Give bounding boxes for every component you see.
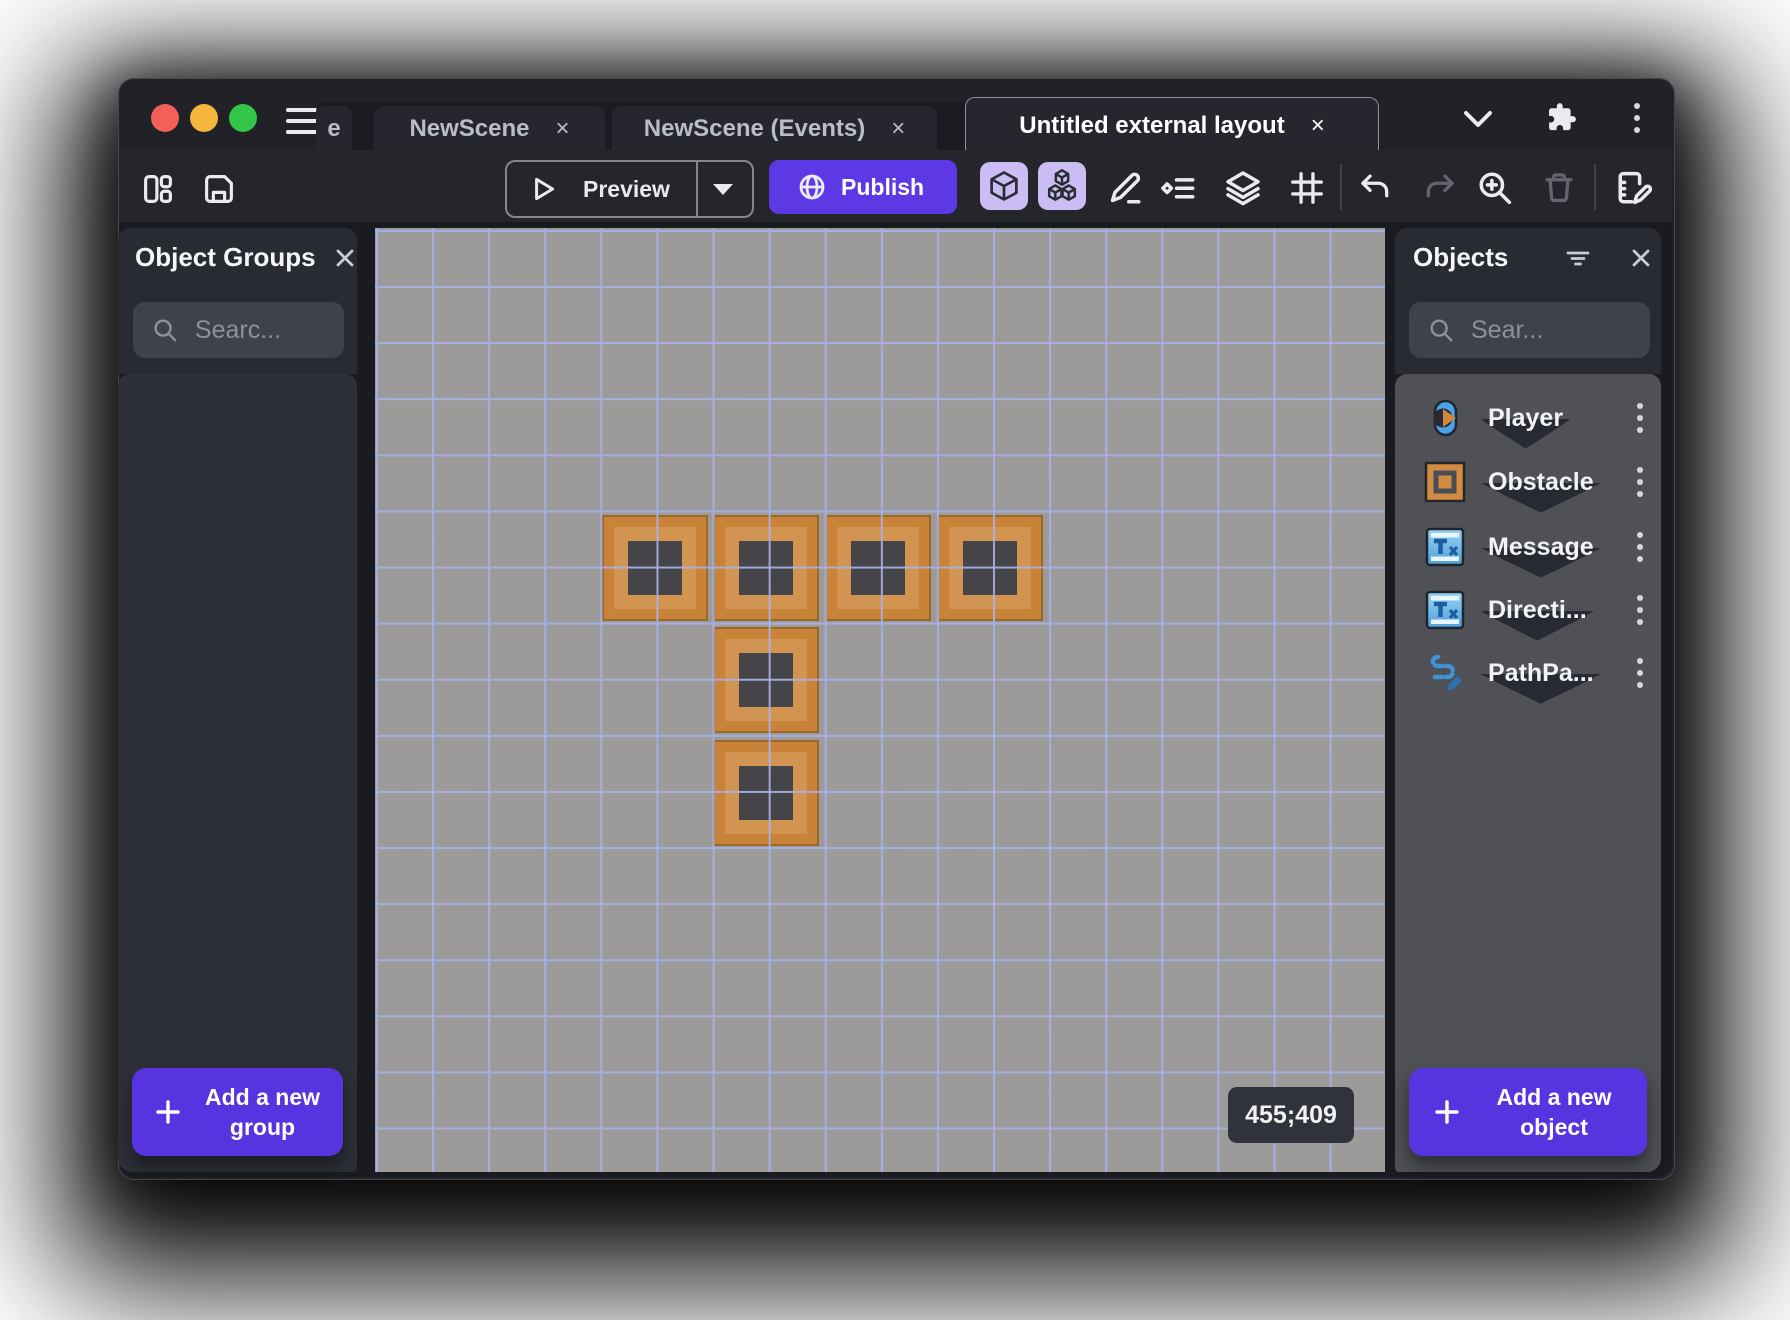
grid-overlay [375,228,1385,1172]
toggle-3d-view-button[interactable] [980,162,1028,210]
obstacle-icon [1423,460,1467,504]
object-row-obstacle[interactable]: Obstacle [1395,453,1661,511]
add-object-label-line2: object [1520,1114,1588,1140]
search-icon [1427,316,1455,344]
obstacle-block-instance[interactable] [825,515,931,621]
tab-label: Untitled external layout [1019,112,1284,140]
close-traffic-light[interactable] [151,104,179,132]
tab-label: e [327,115,340,143]
publish-button[interactable]: Publish [769,160,957,214]
puzzle-extension-icon[interactable] [1543,101,1577,135]
grid-icon[interactable] [1288,168,1326,208]
path-icon [1423,651,1467,695]
globe-icon [797,172,827,202]
stacked-cubes-icon [1043,167,1081,205]
obstacle-block-instance[interactable] [713,627,819,733]
object-menu-icon[interactable] [1637,467,1643,497]
objects-search[interactable] [1409,302,1650,358]
plus-icon [1433,1098,1461,1126]
add-group-label-line1: Add a new [205,1084,320,1110]
close-icon[interactable] [1629,246,1653,270]
plus-icon [154,1098,182,1126]
object-label: Directi... [1488,596,1587,625]
button-divider [696,162,698,216]
object-row-message[interactable]: Message [1395,518,1661,576]
object-label: Player [1488,404,1563,433]
preview-button[interactable]: Preview [505,160,754,218]
tab-newscene-events[interactable]: NewScene (Events) × [612,106,937,152]
obstacle-block-instance[interactable] [937,515,1043,621]
object-menu-icon[interactable] [1637,403,1643,433]
obstacle-block-instance[interactable] [713,515,819,621]
tab-newscene[interactable]: NewScene × [374,106,605,152]
close-icon[interactable]: × [891,115,905,143]
close-icon[interactable]: × [556,115,570,143]
more-options-icon[interactable] [1634,103,1640,133]
tab-label: NewScene (Events) [644,115,865,143]
instances-list-icon[interactable] [1158,168,1200,208]
zoom-in-icon[interactable] [1475,168,1515,208]
object-groups-search[interactable] [133,302,344,358]
zoom-traffic-light[interactable] [229,104,257,132]
object-groups-list[interactable] [118,374,357,1172]
panels-layout-icon[interactable] [140,171,176,207]
filter-icon[interactable] [1564,246,1592,270]
toggle-instances-view-button[interactable] [1038,162,1086,210]
cube-3d-icon [986,168,1022,204]
object-groups-title: Object Groups [135,242,316,273]
undo-icon[interactable] [1357,168,1395,208]
object-label: Obstacle [1488,468,1594,497]
layers-icon[interactable] [1221,168,1265,208]
add-group-button[interactable]: Add a new group [132,1068,343,1156]
text-object-icon [1423,588,1467,632]
add-group-label-line2: group [230,1114,295,1140]
cursor-coordinates-badge: 455;409 [1228,1087,1354,1143]
obstacle-block-instance[interactable] [713,740,819,846]
tab-untitled-external-layout[interactable]: Untitled external layout × [965,97,1379,153]
object-menu-icon[interactable] [1637,658,1643,688]
edit-scene-events-icon[interactable] [1613,168,1655,208]
close-icon[interactable]: × [1311,112,1325,140]
publish-label: Publish [841,174,924,201]
search-icon [151,316,179,344]
object-groups-search-input[interactable] [193,315,344,346]
chevron-down-icon[interactable] [1462,109,1494,129]
redo-icon[interactable] [1420,168,1458,208]
object-row-player[interactable]: Player [1395,389,1661,447]
preview-dropdown-caret-icon[interactable] [710,181,736,197]
pencil-edit-icon[interactable] [1105,168,1145,208]
preview-label: Preview [583,176,670,203]
add-object-label-line1: Add a new [1496,1084,1611,1110]
object-label: Message [1488,533,1594,562]
play-icon [527,173,559,205]
toolbar-divider [1340,164,1342,210]
screenshot-stage: e NewScene × NewScene (Events) × Untitle… [0,0,1790,1320]
object-row-direction[interactable]: Directi... [1395,581,1661,639]
objects-title: Objects [1413,242,1508,273]
save-icon[interactable] [201,171,237,207]
scene-canvas[interactable]: 455;409 [375,228,1385,1172]
obstacle-block-instance[interactable] [602,515,708,621]
text-object-icon [1423,525,1467,569]
object-menu-icon[interactable] [1637,532,1643,562]
objects-search-input[interactable] [1469,315,1642,346]
tab-label: NewScene [409,115,529,143]
add-object-button[interactable]: Add a new object [1409,1068,1647,1156]
object-menu-icon[interactable] [1637,595,1643,625]
tab-truncated[interactable]: e [316,106,352,152]
object-label: PathPa... [1488,659,1594,688]
trash-icon[interactable] [1540,168,1578,208]
object-row-pathpainter[interactable]: PathPa... [1395,644,1661,702]
minimize-traffic-light[interactable] [190,104,218,132]
player-icon [1423,396,1467,440]
toolbar-divider [1594,164,1596,210]
close-icon[interactable] [333,246,357,270]
